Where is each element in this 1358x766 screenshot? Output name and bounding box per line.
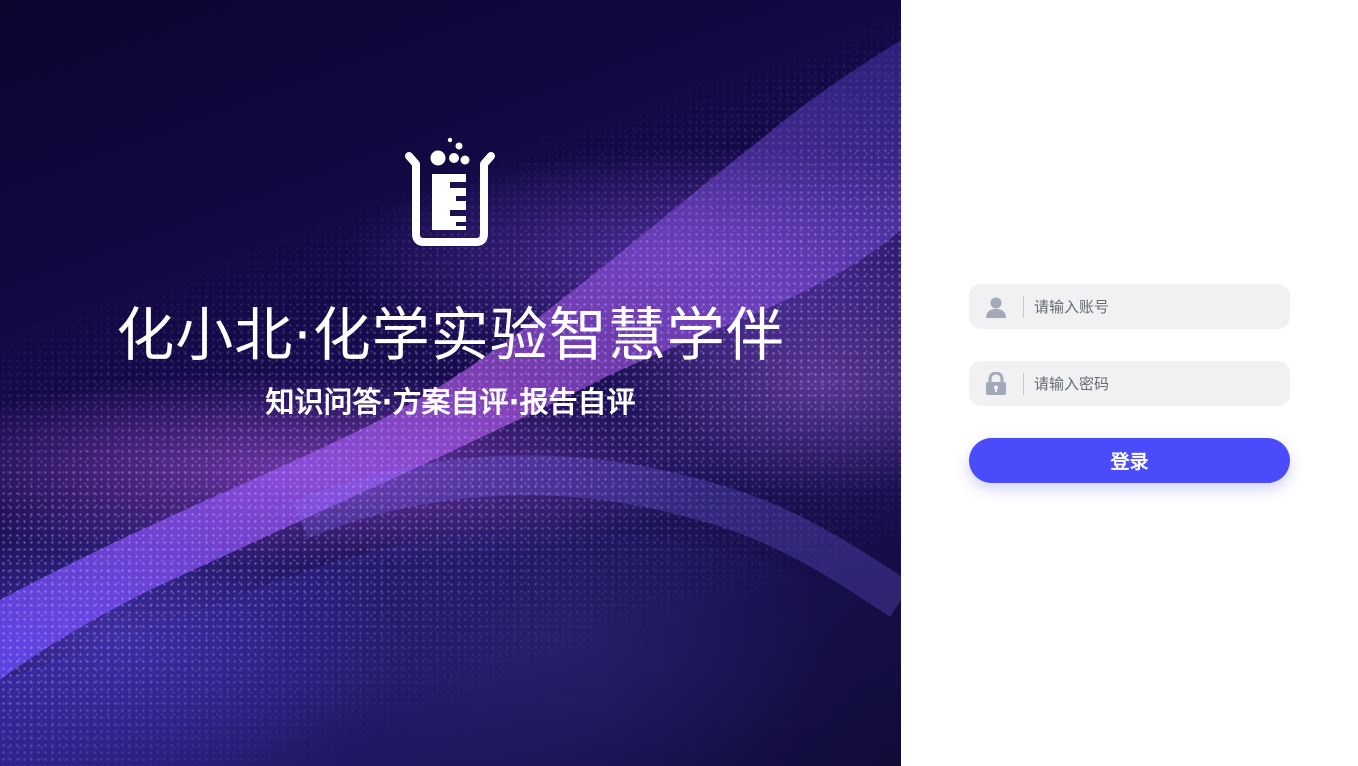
login-button[interactable]: 登录 [969, 438, 1290, 483]
password-field[interactable] [969, 361, 1290, 406]
hero-title: 化小北·化学实验智慧学伴 [116, 301, 785, 369]
lock-icon [969, 361, 1023, 406]
account-field[interactable] [969, 284, 1290, 329]
password-input[interactable] [1024, 361, 1290, 406]
hero-subtitle: 知识问答·方案自评·报告自评 [265, 385, 636, 419]
hero-banner: 化小北·化学实验智慧学伴 知识问答·方案自评·报告自评 [0, 0, 901, 766]
login-panel: 登录 [901, 0, 1358, 766]
account-input[interactable] [1024, 284, 1290, 329]
beaker-icon [405, 137, 495, 246]
user-icon [969, 284, 1023, 329]
